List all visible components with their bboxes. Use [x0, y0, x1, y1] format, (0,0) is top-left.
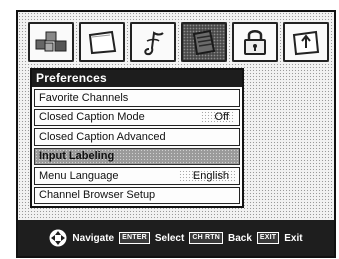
menu-item[interactable]: Menu Language English [34, 167, 240, 185]
ch-rtn-key-icon: CH RTN [189, 232, 223, 244]
lock-icon [244, 30, 266, 55]
tab-audio[interactable] [130, 22, 176, 62]
menu-title: Preferences [32, 70, 242, 87]
menu-item-value: English [178, 169, 235, 182]
menu-item-label: Closed Caption Mode [39, 111, 145, 124]
tv-menu-screen: Preferences Favorite Channels Closed Capt… [16, 10, 336, 258]
picture-icon [35, 31, 67, 52]
menu-item[interactable]: Closed Caption Mode Off [34, 108, 240, 126]
preferences-menu: Preferences Favorite Channels Closed Capt… [30, 68, 244, 208]
navigate-pad-icon [49, 229, 67, 247]
enter-key-icon: ENTER [119, 232, 150, 244]
navigate-label: Navigate [72, 232, 115, 244]
audio-note-icon [144, 31, 164, 56]
menu-item[interactable]: Favorite Channels [34, 89, 240, 107]
menu-item-value: Off [200, 111, 235, 124]
menu-item-label: Closed Caption Advanced [39, 130, 166, 143]
menu-icon-tabs [28, 22, 329, 66]
menu-item-label: Favorite Channels [39, 91, 129, 104]
screen-icon [88, 30, 117, 55]
menu-item-label: Channel Browser Setup [39, 189, 156, 202]
tab-lock[interactable] [232, 22, 278, 62]
exit-label: Exit [284, 232, 303, 244]
select-label: Select [154, 232, 185, 244]
menu-item[interactable]: Input Labeling [34, 147, 240, 165]
menu-item-list: Favorite Channels Closed Caption Mode Off C… [32, 87, 242, 204]
menu-item-label: Input Labeling [39, 150, 115, 163]
tab-preferences[interactable] [181, 22, 227, 62]
menu-item[interactable]: Channel Browser Setup [34, 186, 240, 204]
help-bar: Navigate ENTER Select CH RTN Back EXIT E… [18, 220, 334, 256]
tab-picture[interactable] [28, 22, 74, 62]
menu-item-label: Menu Language [39, 169, 119, 182]
preferences-icon [192, 29, 216, 56]
setup-icon [292, 30, 320, 56]
menu-item[interactable]: Closed Caption Advanced [34, 128, 240, 146]
tab-setup[interactable] [283, 22, 329, 62]
back-label: Back [227, 232, 252, 244]
tab-screen[interactable] [79, 22, 125, 62]
exit-key-icon: EXIT [256, 232, 280, 244]
